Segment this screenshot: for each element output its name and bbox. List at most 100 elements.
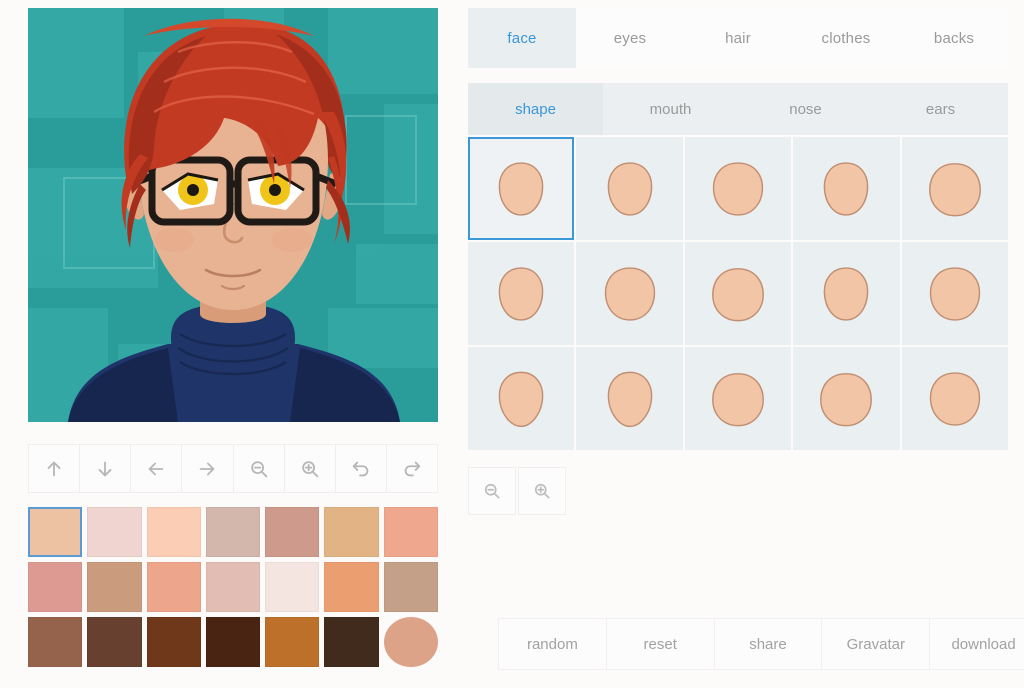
blush-right: [272, 228, 312, 252]
share-button[interactable]: share: [714, 618, 823, 670]
shape-option-grid: [468, 137, 1008, 450]
color-swatch-2-2[interactable]: [87, 562, 142, 612]
left-panel: [0, 0, 439, 688]
color-swatch-3-5[interactable]: [265, 617, 320, 667]
color-swatch-1-3[interactable]: [146, 507, 201, 557]
shape-option-5[interactable]: [901, 137, 1008, 240]
share-button-label: share: [749, 635, 787, 653]
tab-hair[interactable]: hair: [684, 8, 792, 68]
tab-clothes-label: clothes: [821, 29, 871, 47]
shape-option-9[interactable]: [793, 242, 900, 345]
color-swatch-3-2[interactable]: [87, 617, 142, 667]
blush-left: [154, 228, 194, 252]
face-shape-icon: [607, 161, 652, 216]
move-right-button[interactable]: [182, 445, 234, 492]
color-swatch-2-5[interactable]: [265, 562, 320, 612]
face-shape-icon: [498, 161, 544, 216]
avatar-illustration: [28, 8, 438, 422]
zoom-in-button[interactable]: [284, 445, 336, 492]
subtab-mouth[interactable]: mouth: [603, 83, 738, 135]
color-swatch-1-6[interactable]: [324, 507, 379, 557]
grid-zoom-in-button[interactable]: [518, 467, 566, 515]
magnifier-minus-icon: [250, 460, 267, 477]
shape-option-10[interactable]: [901, 242, 1008, 345]
subtab-nose[interactable]: nose: [738, 83, 873, 135]
subtab-mouth-label: mouth: [649, 100, 692, 118]
shape-option-4[interactable]: [793, 137, 900, 240]
tab-eyes-label: eyes: [613, 29, 647, 47]
move-up-button[interactable]: [29, 445, 81, 492]
color-swatch-2-3[interactable]: [146, 562, 201, 612]
shape-option-8[interactable]: [684, 242, 792, 345]
shape-option-6[interactable]: [468, 242, 575, 345]
reset-button[interactable]: reset: [606, 618, 715, 670]
shape-option-13[interactable]: [684, 347, 792, 450]
magnifier-plus-icon: [301, 460, 318, 477]
random-button[interactable]: random: [498, 618, 607, 670]
color-swatch-2-7[interactable]: [383, 562, 438, 612]
move-left-button[interactable]: [131, 445, 183, 492]
arrow-down-icon: [98, 461, 112, 476]
action-button-bar: random reset share Gravatar download: [498, 618, 1024, 670]
subtab-nose-label: nose: [789, 100, 822, 118]
palette-row-2: [28, 562, 438, 612]
grid-zoom-toolbar: [468, 467, 1008, 515]
subtab-ears[interactable]: ears: [873, 83, 1008, 135]
face-shape-icon: [929, 371, 980, 426]
face-shape-icon: [929, 266, 980, 321]
shape-option-1[interactable]: [468, 137, 575, 240]
face-shape-icon: [498, 371, 544, 427]
tab-backs-label: backs: [933, 29, 975, 47]
subtab-ears-label: ears: [925, 100, 956, 118]
subtab-shape-label: shape: [515, 100, 556, 118]
shape-option-14[interactable]: [793, 347, 900, 450]
color-swatch-1-7[interactable]: [383, 507, 439, 557]
download-button[interactable]: download: [930, 618, 1024, 670]
color-swatch-3-4[interactable]: [205, 617, 261, 667]
color-swatch-1-1[interactable]: [28, 507, 83, 557]
color-swatch-3-6[interactable]: [324, 617, 379, 667]
tab-hair-label: hair: [725, 29, 751, 47]
move-down-button[interactable]: [80, 445, 132, 492]
shape-option-15[interactable]: [901, 347, 1008, 450]
color-swatch-2-6[interactable]: [324, 562, 379, 612]
right-panel: face eyes hair clothes backs shape mouth…: [438, 0, 1024, 688]
download-button-label: download: [951, 635, 1016, 653]
tab-backs[interactable]: backs: [900, 8, 1008, 68]
face-shape-icon: [604, 266, 655, 321]
tab-eyes[interactable]: eyes: [576, 8, 684, 68]
avatar-preview-canvas[interactable]: [28, 8, 438, 422]
shape-option-7[interactable]: [576, 242, 683, 345]
color-swatch-2-4[interactable]: [205, 562, 261, 612]
shape-option-12[interactable]: [576, 347, 683, 450]
magnifier-minus-icon: [484, 483, 500, 499]
arrow-up-icon: [47, 461, 61, 476]
color-swatch-2-1[interactable]: [28, 562, 83, 612]
color-swatch-1-5[interactable]: [265, 507, 320, 557]
transform-toolbar: [28, 444, 438, 493]
undo-button[interactable]: [335, 445, 387, 492]
shape-option-3[interactable]: [684, 137, 792, 240]
color-swatch-3-3[interactable]: [146, 617, 201, 667]
grid-zoom-out-button[interactable]: [468, 467, 516, 515]
tab-face[interactable]: face: [468, 8, 576, 68]
subtab-shape[interactable]: shape: [468, 83, 603, 135]
random-button-label: random: [526, 635, 578, 653]
undo-icon: [352, 461, 369, 476]
gravatar-button[interactable]: Gravatar: [822, 618, 931, 670]
redo-button[interactable]: [386, 445, 437, 492]
palette-row-3: [28, 617, 439, 667]
shape-option-11[interactable]: [468, 347, 575, 450]
color-swatch-1-4[interactable]: [205, 507, 261, 557]
tab-clothes[interactable]: clothes: [792, 8, 900, 68]
gravatar-button-label: Gravatar: [846, 635, 905, 653]
shape-option-2[interactable]: [576, 137, 683, 240]
face-shape-icon: [712, 372, 764, 426]
color-swatch-3-1[interactable]: [28, 617, 83, 667]
sub-tab-bar: shape mouth nose ears: [468, 83, 1008, 135]
face-shape-icon: [712, 161, 764, 216]
face-shape-icon: [820, 372, 873, 426]
palette-row-1: [28, 507, 439, 557]
color-swatch-1-2[interactable]: [87, 507, 142, 557]
zoom-out-button[interactable]: [233, 445, 285, 492]
